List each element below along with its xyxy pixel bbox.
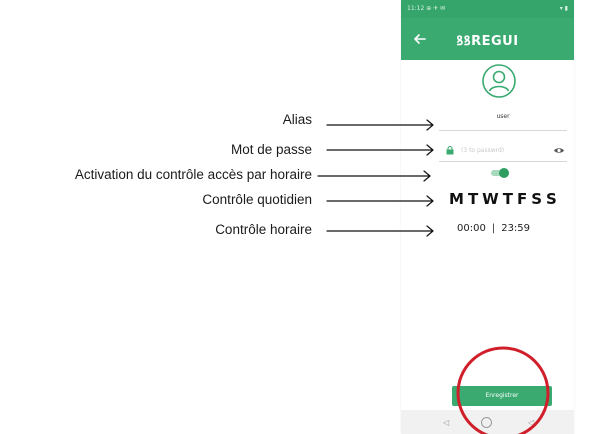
alias-value: user	[496, 113, 510, 120]
daily-control-days: M T W T F S S	[449, 190, 557, 208]
day-monday[interactable]: M	[449, 190, 464, 208]
lock-icon	[446, 146, 454, 155]
user-circle-icon	[482, 64, 516, 98]
annotation-hourly: Contrôle horaire	[215, 222, 312, 237]
schedule-access-toggle[interactable]	[491, 168, 509, 178]
annotation-password: Mot de passe	[230, 142, 312, 157]
nav-recent-button[interactable]: ◁	[528, 418, 534, 427]
toggle-knob	[499, 168, 509, 178]
time-start[interactable]: 00:00	[457, 223, 486, 234]
nav-back-button[interactable]: ◁	[443, 418, 449, 427]
circle-home-icon[interactable]	[481, 417, 492, 428]
time-end[interactable]: 23:59	[501, 223, 530, 234]
day-friday[interactable]: F	[517, 190, 527, 208]
day-tuesday[interactable]: T	[468, 190, 478, 208]
day-saturday[interactable]: S	[531, 190, 542, 208]
hourly-control-times: 00:00 | 23:59	[457, 223, 530, 234]
status-bar: 11:12 ⊕ ✈ ✉ ▾ ▮	[401, 0, 574, 18]
alias-field[interactable]: user	[439, 110, 567, 131]
annotation-daily: Contrôle quotidien	[202, 192, 312, 207]
save-button[interactable]: Enregistrer	[452, 386, 552, 406]
time-separator: |	[491, 223, 496, 234]
day-thursday[interactable]: T	[503, 190, 513, 208]
phone-screen: 11:12 ⊕ ✈ ✉ ▾ ▮ ꝸꝸREGUI user (3 to passw…	[401, 0, 574, 434]
app-bar: ꝸꝸREGUI	[401, 18, 574, 60]
password-placeholder: (3 to passwrd)	[461, 147, 505, 154]
day-wednesday[interactable]: W	[482, 190, 499, 208]
annotation-alias: Alias	[282, 112, 312, 127]
password-field[interactable]: (3 to passwrd)	[439, 141, 567, 162]
app-title: ꝸꝸREGUI	[456, 34, 519, 49]
eye-icon[interactable]	[553, 146, 565, 155]
annotation-activation: Activation du contrôle accès par horaire	[74, 167, 312, 182]
status-right: ▾ ▮	[559, 5, 568, 12]
status-left: 11:12 ⊕ ✈ ✉	[407, 5, 446, 12]
system-nav-bar: ◁ ◁	[401, 410, 574, 434]
day-sunday[interactable]: S	[546, 190, 557, 208]
